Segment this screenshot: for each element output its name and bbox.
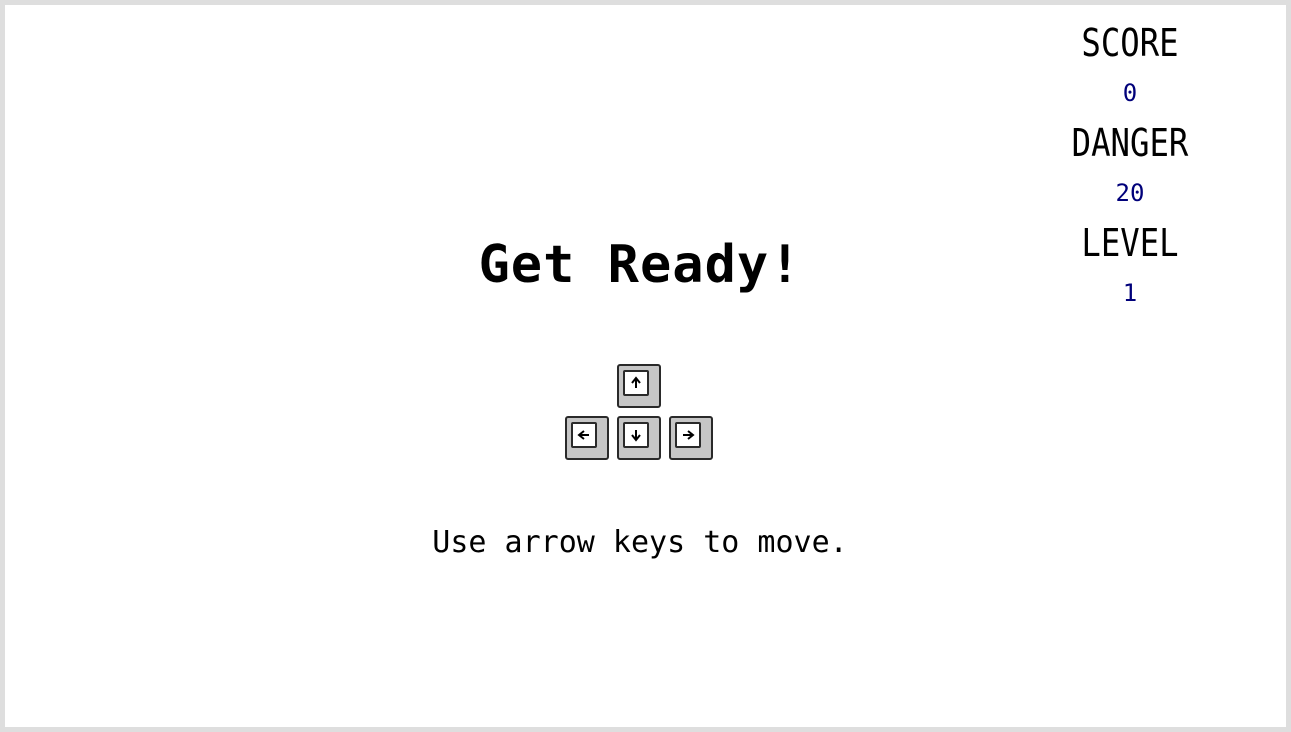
score-label: SCORE — [1081, 21, 1179, 65]
controls-hint: Use arrow keys to move. — [432, 525, 848, 560]
arrow-left-icon — [577, 430, 589, 440]
arrow-right-icon — [683, 430, 695, 440]
arrow-down-icon — [631, 430, 641, 442]
danger-label: DANGER — [1071, 121, 1189, 165]
arrow-keys-diagram — [565, 364, 717, 464]
arrow-up-icon — [631, 376, 641, 388]
game-frame: SCORE 0 DANGER 20 LEVEL 1 Get Ready! Use… — [0, 0, 1291, 732]
get-ready-title: Get Ready! — [478, 235, 802, 295]
down-key — [617, 416, 661, 460]
danger-value: 20 — [1115, 179, 1145, 207]
score-value: 0 — [1122, 79, 1138, 107]
up-key — [617, 364, 661, 408]
right-key — [669, 416, 713, 460]
left-key — [565, 416, 609, 460]
